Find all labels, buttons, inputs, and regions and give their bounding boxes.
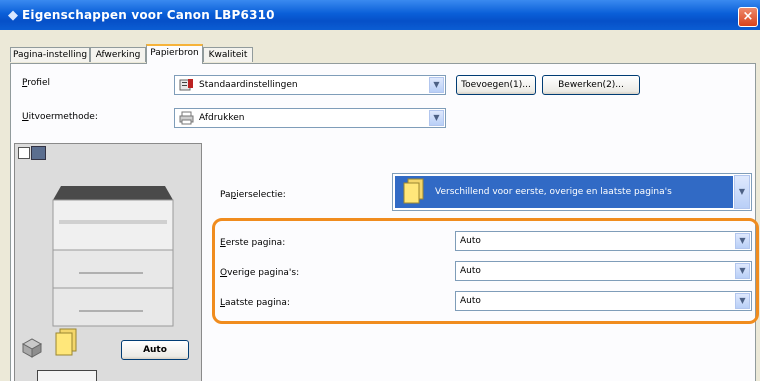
last-page-value: Auto <box>460 296 481 306</box>
window-title: Eigenschappen voor Canon LBP6310 <box>22 8 275 22</box>
tab-kwaliteit[interactable]: Kwaliteit <box>203 47 253 62</box>
last-page-select[interactable]: Auto ▼ <box>455 291 752 311</box>
first-page-value: Auto <box>460 236 481 246</box>
profile-value: Standaardinstellingen <box>199 80 298 90</box>
printer-icon: ◆ <box>8 8 18 23</box>
profile-icon <box>179 79 193 91</box>
chevron-down-icon[interactable]: ▼ <box>735 263 750 279</box>
paper-selection-highlight: Verschillend voor eerste, overige en laa… <box>395 176 733 208</box>
other-pages-value: Auto <box>460 266 481 276</box>
other-pages-label: Overige pagina's: <box>220 268 300 278</box>
output-method-label: Uitvoermethode: <box>22 112 98 122</box>
chevron-down-icon[interactable]: ▼ <box>429 77 444 93</box>
profile-label: Profiel <box>22 78 50 88</box>
other-pages-select[interactable]: Auto ▼ <box>455 261 752 281</box>
auto-button[interactable]: Auto <box>121 340 189 360</box>
first-page-label: Eerste pagina: <box>220 238 286 248</box>
printer-preview: Auto <box>14 143 202 381</box>
properties-dialog: ◆ Eigenschappen voor Canon LBP6310 × Pag… <box>0 0 760 381</box>
dialog-client: Pagina-instelling Afwerking Papierbron K… <box>4 30 759 381</box>
chevron-down-icon[interactable]: ▼ <box>734 175 750 209</box>
output-method-value: Afdrukken <box>199 113 245 123</box>
tab-papierbron[interactable]: Papierbron <box>146 44 203 64</box>
paper-stack-icon <box>403 178 424 204</box>
tab-pagina-instelling[interactable]: Pagina-instelling <box>10 47 90 62</box>
printer-output-icon <box>179 111 194 125</box>
chevron-down-icon[interactable]: ▼ <box>429 110 444 126</box>
edit-profile-button[interactable]: Bewerken(2)... <box>542 75 640 95</box>
close-button[interactable]: × <box>738 7 758 27</box>
view-toggle-checkbox[interactable] <box>18 147 30 159</box>
add-profile-button[interactable]: Toevoegen(1)... <box>456 75 536 95</box>
paper-stack-icon <box>55 328 77 356</box>
paper-selection-select[interactable]: Verschillend voor eerste, overige en laa… <box>392 173 752 211</box>
printer-illustration <box>52 186 174 327</box>
paper-selection-label: Papierselectie: <box>220 190 286 200</box>
paper-selection-value: Verschillend voor eerste, overige en laa… <box>435 187 672 197</box>
paper-orientation-icon <box>37 370 97 381</box>
last-page-label: Laatste pagina: <box>220 298 290 308</box>
output-method-select[interactable]: Afdrukken ▼ <box>174 108 446 128</box>
title-bar[interactable]: ◆ Eigenschappen voor Canon LBP6310 × <box>0 0 760 30</box>
chevron-down-icon[interactable]: ▼ <box>735 293 750 309</box>
paper-tray-icon <box>21 338 43 358</box>
chevron-down-icon[interactable]: ▼ <box>735 233 750 249</box>
printer-view-button[interactable] <box>31 146 46 160</box>
first-page-select[interactable]: Auto ▼ <box>455 231 752 251</box>
profile-select[interactable]: Standaardinstellingen ▼ <box>174 75 446 95</box>
tab-afwerking[interactable]: Afwerking <box>90 47 146 62</box>
